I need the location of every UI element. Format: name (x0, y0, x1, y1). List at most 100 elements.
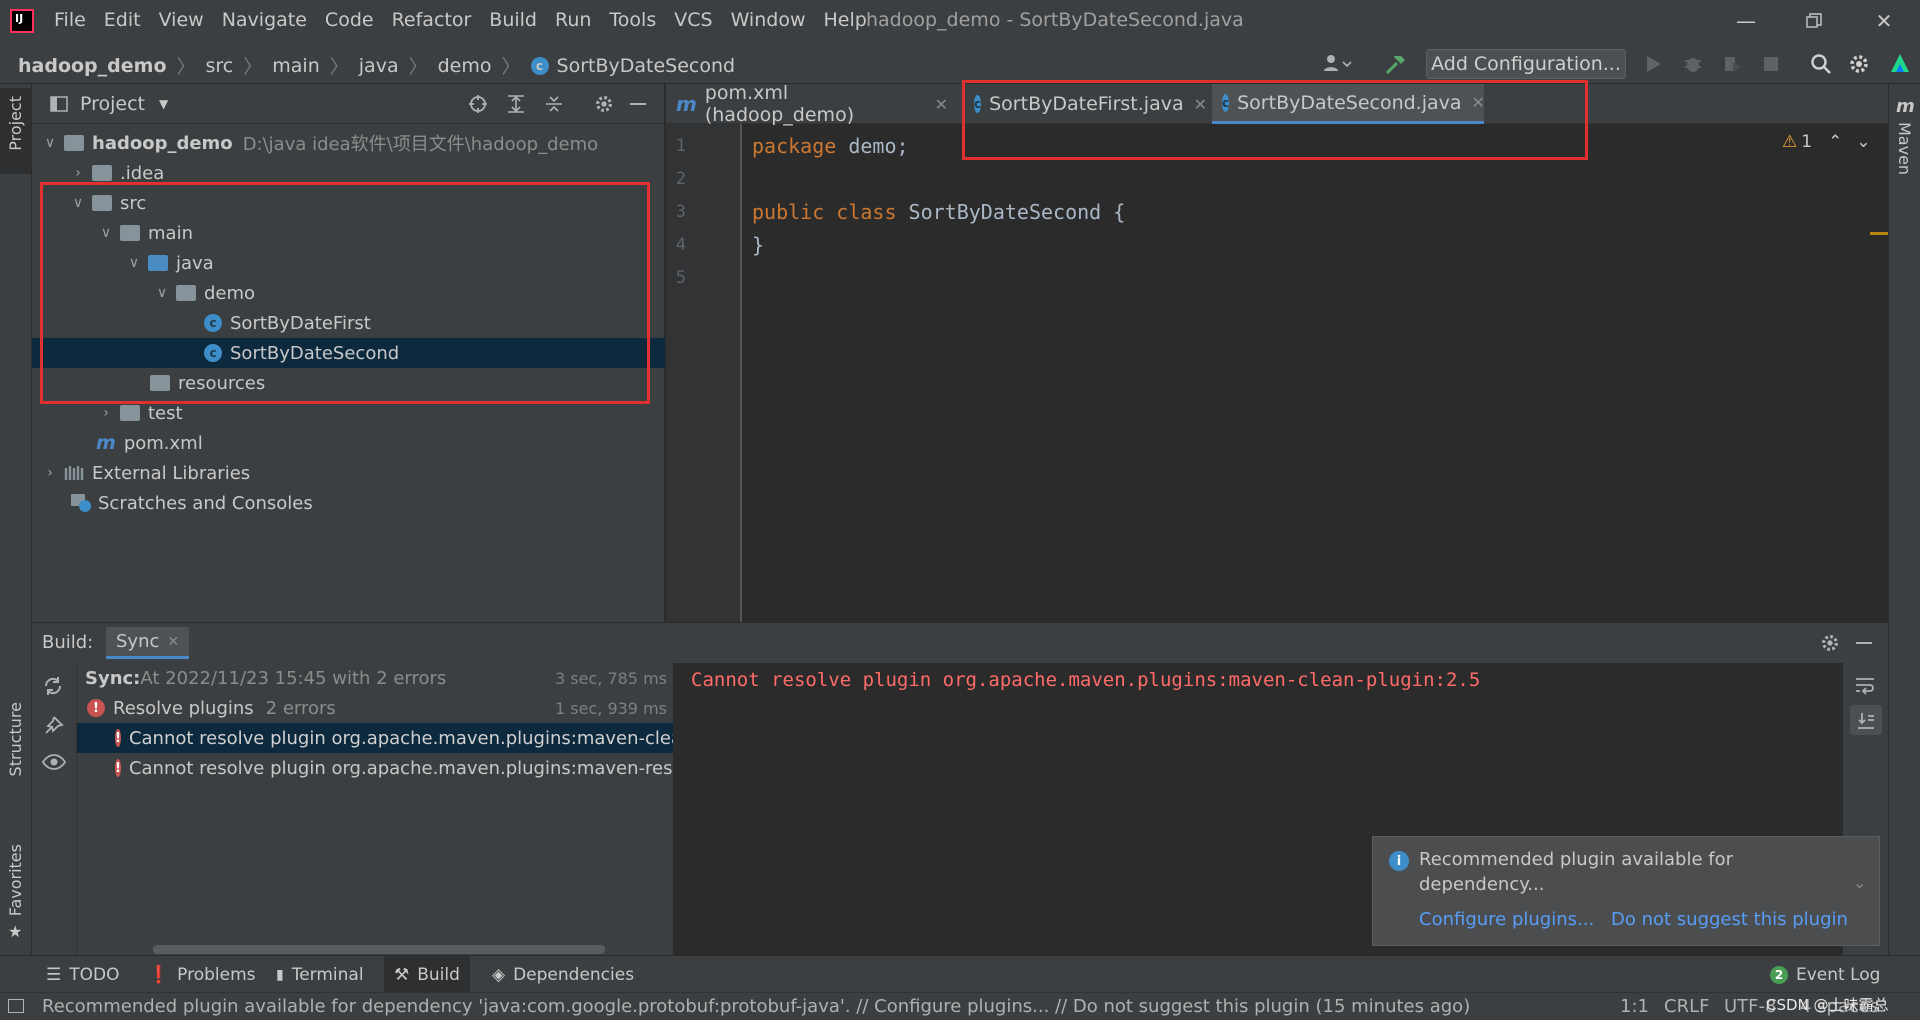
line-number: 2 (675, 169, 686, 189)
menu-build[interactable]: Build (489, 9, 537, 31)
do-not-suggest-plugin-link[interactable]: Do not suggest this plugin (1611, 909, 1848, 930)
build-panel-label: Build: (42, 632, 94, 653)
scroll-to-end-icon[interactable] (1850, 705, 1882, 735)
star-icon: ★ (8, 922, 23, 941)
maven-tool-window-button[interactable]: Maven (1895, 122, 1914, 175)
coverage-icon[interactable] (1722, 54, 1742, 74)
build-tool-button[interactable]: ⚒ Build (384, 956, 470, 993)
build-tree-row-error-clean[interactable]: ! Cannot resolve plugin org.apache.maven… (77, 723, 673, 753)
project-panel-title: Project (80, 93, 146, 115)
build-tree-row-sync[interactable]: Sync: At 2022/11/23 15:45 with 2 errors … (77, 663, 673, 693)
jetbrains-toolbox-icon[interactable] (1888, 52, 1912, 76)
breadcrumb-src[interactable]: src (206, 55, 234, 77)
line-number-gutter: 1 2 3 4 5 (666, 124, 740, 622)
tree-item-scratches[interactable]: Scratches and Consoles (32, 488, 665, 518)
next-highlight-icon[interactable]: ⌄ (1856, 132, 1870, 152)
problems-tool-button[interactable]: ❗ Problems (138, 956, 266, 993)
status-message[interactable]: Recommended plugin available for depende… (42, 996, 1470, 1017)
warning-count: 1 (1801, 132, 1813, 152)
menu-file[interactable]: File (54, 9, 86, 31)
build-settings-gear-icon[interactable] (1820, 633, 1840, 653)
menu-refactor[interactable]: Refactor (392, 9, 472, 31)
close-tab-icon[interactable]: ✕ (167, 634, 179, 650)
collapse-all-icon[interactable] (544, 94, 564, 114)
breadcrumb-class[interactable]: SortByDateSecond (557, 55, 736, 77)
status-bar: Recommended plugin available for depende… (0, 992, 1920, 1020)
tab-pom-xml[interactable]: m pom.xml (hadoop_demo) ✕ (666, 82, 958, 126)
breadcrumb-demo[interactable]: demo (438, 55, 492, 77)
terminal-tool-button[interactable]: ▮ Terminal (266, 956, 374, 993)
restore-icon[interactable] (1794, 6, 1834, 36)
problems-label: Problems (177, 964, 256, 985)
inspection-widget[interactable]: ⚠ 1 ⌃ ⌄ (1782, 132, 1871, 152)
sync-refresh-icon[interactable] (42, 675, 64, 697)
maven-file-icon: m (96, 432, 116, 454)
project-view-selector[interactable]: Project ▼ (50, 93, 168, 115)
editor-area: m pom.xml (hadoop_demo) ✕ c SortByDateFi… (666, 80, 1888, 622)
stop-icon[interactable] (1762, 55, 1780, 73)
expand-notification-icon[interactable]: ⌄ (1853, 873, 1866, 892)
menu-edit[interactable]: Edit (104, 9, 141, 31)
structure-tool-window-button[interactable]: Structure (6, 702, 25, 776)
search-icon[interactable] (1810, 53, 1832, 75)
hide-panel-icon[interactable] (1856, 642, 1872, 644)
run-icon[interactable] (1645, 54, 1663, 74)
project-panel: Project ▼ ∨ hadoop_demo D:\java idea软件\项… (32, 84, 665, 622)
project-settings-gear-icon[interactable] (594, 94, 614, 114)
menu-window[interactable]: Window (731, 9, 806, 31)
tab-sync[interactable]: Sync ✕ (106, 627, 190, 659)
configure-plugins-link[interactable]: Configure plugins... (1419, 909, 1594, 930)
locate-file-icon[interactable] (468, 94, 488, 114)
user-icon[interactable] (1322, 53, 1352, 75)
breadcrumb-project[interactable]: hadoop_demo (18, 55, 167, 77)
dependencies-tool-button[interactable]: ◈ Dependencies (482, 956, 644, 993)
eye-icon[interactable] (42, 753, 66, 771)
breadcrumb-main[interactable]: main (272, 55, 319, 77)
previous-highlight-icon[interactable]: ⌃ (1828, 132, 1842, 152)
close-tab-icon[interactable]: ✕ (935, 95, 948, 114)
code-text-area[interactable]: package demo; public class SortByDateSec… (752, 124, 1852, 622)
warning-icon: ⚠ (1782, 132, 1798, 152)
pin-icon[interactable] (42, 715, 64, 737)
minimize-icon[interactable]: — (1726, 6, 1766, 36)
scratches-icon (71, 494, 91, 512)
menu-bar: File Edit View Navigate Code Refactor Bu… (54, 9, 885, 31)
chevron-down-icon: ∨ (44, 135, 56, 151)
soft-wrap-icon[interactable] (1854, 675, 1876, 697)
tree-item-pom-xml[interactable]: m pom.xml (32, 428, 665, 458)
tree-item-path-hint: D:\java idea软件\项目文件\hadoop_demo (242, 134, 599, 155)
build-tree-row-resolve-plugins[interactable]: ! Resolve plugins 2 errors 1 sec, 939 ms (77, 693, 673, 723)
menu-navigate[interactable]: Navigate (222, 9, 307, 31)
bottom-tool-bar: ☰ TODO ❗ Problems ▮ Terminal ⚒ Build ◈ D… (0, 955, 1920, 993)
settings-gear-icon[interactable] (1848, 53, 1870, 75)
line-separator[interactable]: CRLF (1664, 996, 1709, 1017)
line-number: 1 (675, 136, 686, 156)
add-configuration-button[interactable]: Add Configuration... (1426, 49, 1626, 79)
close-window-icon[interactable]: ✕ (1864, 6, 1904, 36)
tree-item-external-libraries[interactable]: › External Libraries (32, 458, 665, 488)
horizontal-scrollbar[interactable] (153, 945, 605, 954)
debug-icon[interactable] (1683, 54, 1703, 74)
expand-all-icon[interactable] (506, 94, 526, 114)
tree-item-hadoop-demo[interactable]: ∨ hadoop_demo D:\java idea软件\项目文件\hadoop… (32, 128, 665, 158)
build-hammer-icon[interactable] (1384, 53, 1408, 75)
menu-code[interactable]: Code (325, 9, 374, 31)
menu-vcs[interactable]: VCS (674, 9, 712, 31)
project-tool-window-button[interactable]: Project (0, 88, 31, 174)
annotation-highlight-box (40, 182, 650, 404)
menu-tools[interactable]: Tools (609, 9, 656, 31)
menu-help[interactable]: Help (823, 9, 866, 31)
hide-panel-icon[interactable] (630, 103, 646, 105)
caret-position[interactable]: 1:1 (1620, 996, 1649, 1017)
favorites-tool-window-button[interactable]: Favorites (6, 844, 25, 916)
event-log-tool-button[interactable]: 2 Event Log (1760, 956, 1890, 993)
problems-icon: ❗ (148, 964, 170, 985)
event-log-label: Event Log (1796, 964, 1881, 985)
menu-run[interactable]: Run (555, 9, 591, 31)
todo-tool-button[interactable]: ☰ TODO (36, 956, 130, 993)
warning-stripe-mark[interactable] (1870, 232, 1888, 235)
breadcrumb-java[interactable]: java (359, 55, 399, 77)
menu-view[interactable]: View (159, 9, 204, 31)
build-tree-row-error-resources[interactable]: ! Cannot resolve plugin org.apache.maven… (77, 753, 673, 783)
toggle-tool-windows-icon[interactable] (8, 999, 24, 1013)
